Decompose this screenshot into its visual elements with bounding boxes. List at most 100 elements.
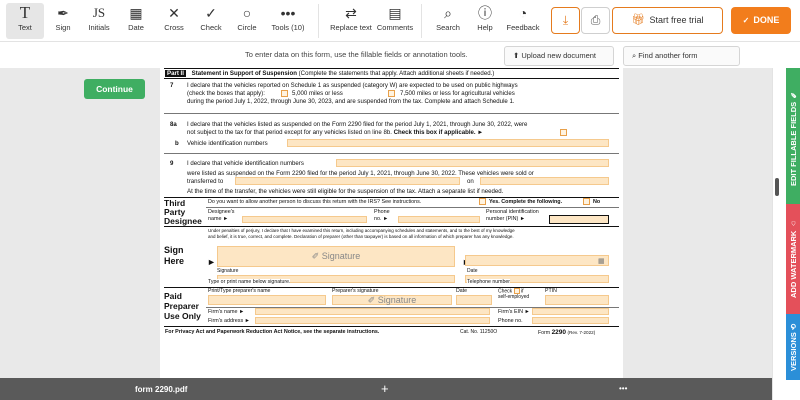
firm-phone-field[interactable] (532, 317, 609, 324)
preparer-name-caption: Print/Type preparer's name (208, 288, 271, 294)
transferred-to-field[interactable] (235, 177, 460, 185)
checkbox-7500-miles[interactable] (388, 90, 395, 97)
toolbar-divider (421, 4, 422, 38)
sign-here-label: Sign Here (164, 245, 184, 267)
scrollbar-thumb[interactable] (775, 178, 779, 196)
ptin-field[interactable] (545, 295, 609, 305)
find-form-button[interactable]: ⌕ Find another form (623, 46, 740, 66)
add-watermark-tab[interactable]: ADD WATERMARK ⌂ (786, 204, 800, 314)
cross-icon: ✕ (168, 5, 180, 21)
self-employed-checkbox[interactable] (513, 288, 520, 294)
checkbox-yes[interactable] (479, 198, 486, 205)
part-label: Part II (165, 70, 186, 77)
line-8a-text-2: not subject to the tax for that period e… (187, 129, 484, 136)
search-label: Search (436, 23, 460, 32)
replace-text-label: Replace text (330, 23, 372, 32)
initials-tool[interactable]: JS Initials (82, 3, 116, 39)
line-9-text-2: were listed as suspended on the Form 229… (187, 170, 534, 177)
calendar-icon: ▦ (129, 5, 143, 21)
text-tool[interactable]: T Text (6, 3, 44, 39)
check-icon: ✓ (205, 5, 217, 21)
paid-line-3: Use Only (164, 311, 201, 321)
option-7500-miles: 7,500 miles or less for agricultural veh… (400, 90, 515, 97)
transfer-date-field[interactable] (480, 177, 609, 185)
replace-text-icon: ⇄ (345, 5, 357, 21)
date-caption: Date (467, 268, 478, 274)
feedback-tool[interactable]: ◔ Feedback (505, 3, 541, 39)
circle-tool[interactable]: ○ Circle (231, 3, 263, 39)
checkbox-8a[interactable] (560, 129, 567, 136)
line-8b-text: Vehicle identification numbers (187, 140, 268, 147)
firm-name-caption: Firm's name ► (208, 309, 245, 315)
paid-line-2: Preparer (164, 301, 199, 311)
done-label: DONE (753, 15, 780, 25)
firm-name-field[interactable] (255, 308, 490, 315)
edit-fillable-fields-tab[interactable]: EDIT FILLABLE FIELDS ✎ (786, 68, 800, 208)
done-button[interactable]: ✓ DONE (731, 7, 791, 34)
download-icon: ⤓ (562, 13, 569, 27)
sign-date-field[interactable] (465, 255, 609, 266)
upload-document-button[interactable]: ⬆ Upload new document (504, 46, 614, 66)
feedback-icon: ◔ (518, 5, 528, 21)
line-9-transferred: transferred to (187, 178, 224, 185)
sign-tool[interactable]: ✒ Sign (47, 3, 79, 39)
line-8b-number: b (175, 140, 179, 147)
preparer-name-field[interactable] (208, 295, 326, 305)
vin-field-8b[interactable] (287, 139, 609, 147)
help-tool[interactable]: ⓘ Help (470, 3, 500, 39)
no-label: No (593, 199, 601, 205)
divider (164, 78, 619, 79)
replace-text-tool[interactable]: ⇄ Replace text (330, 3, 372, 39)
comments-tool[interactable]: ▤ Comments (375, 3, 415, 39)
preparer-date-field[interactable] (456, 295, 492, 305)
pdf-page: Part II Statement in Support of Suspensi… (160, 68, 623, 378)
vin-field-9[interactable] (336, 159, 609, 167)
paid-line-1: Paid (164, 291, 182, 301)
continue-button[interactable]: Continue (84, 79, 145, 99)
versions-tab[interactable]: VERSIONS ⟲ (786, 314, 800, 380)
print-button[interactable]: ⎙ (581, 7, 610, 34)
third-party-question: Do you want to allow another person to d… (208, 199, 422, 205)
comments-label: Comments (376, 23, 414, 32)
circle-icon: ○ (242, 5, 252, 21)
download-button[interactable]: ⤓ (551, 7, 580, 34)
start-free-trial-button[interactable]: 🎁︎ Start free trial (612, 7, 723, 34)
checkbox-5000-miles[interactable] (281, 90, 288, 97)
search-tool[interactable]: ⌕ Search (433, 3, 463, 39)
cross-tool-label: Cross (164, 23, 184, 32)
part-title: Statement in Support of Suspension (191, 70, 297, 77)
date-tool[interactable]: ▦ Date (121, 3, 151, 39)
designee-pin-field[interactable] (549, 215, 609, 224)
toolbar: T Text ✒ Sign JS Initials ▦ Date ✕ Cross… (0, 0, 800, 42)
preparer-date-caption: Date (456, 288, 467, 294)
more-options-icon[interactable]: ••• (619, 384, 627, 393)
line-7-period: during the period July 1, 2022, through … (187, 98, 515, 105)
third-party-label: Third Party Designee (164, 199, 202, 226)
firm-ein-field[interactable] (532, 308, 609, 315)
phone-line-2: no. ► (374, 215, 389, 222)
form-id: Form 2290 (Rev. 7-2022) (538, 329, 595, 336)
calendar-icon[interactable]: ▦ (598, 257, 605, 265)
tools-menu[interactable]: ••• Tools (10) (268, 3, 308, 39)
preparer-signature-caption: Preparer's signature (332, 288, 379, 294)
designee-phone-field[interactable] (398, 216, 480, 223)
divider (164, 68, 619, 69)
add-page-plus-icon[interactable]: + (381, 381, 389, 396)
signature-placeholder: ✐ Signature (217, 251, 455, 262)
right-rail: EDIT FILLABLE FIELDS ✎ ADD WATERMARK ⌂ V… (772, 68, 800, 400)
cross-tool[interactable]: ✕ Cross (158, 3, 190, 39)
divider (164, 113, 619, 114)
pen-sign-icon: ✒ (57, 5, 69, 21)
upload-label: Upload new document (521, 51, 597, 60)
check-tool[interactable]: ✓ Check (196, 3, 226, 39)
checkbox-no[interactable] (583, 198, 590, 205)
designee-name-field[interactable] (242, 216, 367, 223)
self-employed-caption: Check if self-employed (498, 288, 529, 300)
bottom-bar: form 2290.pdf + ••• (0, 378, 772, 400)
divider (164, 153, 619, 154)
telephone-caption: Telephone number (467, 279, 510, 285)
firm-address-field[interactable] (255, 317, 490, 324)
gift-icon: 🎁︎ (631, 14, 646, 26)
line-8a-text: I declare that the vehicles listed as su… (187, 121, 528, 128)
line-9-text: I declare that vehicle identification nu… (187, 160, 304, 167)
